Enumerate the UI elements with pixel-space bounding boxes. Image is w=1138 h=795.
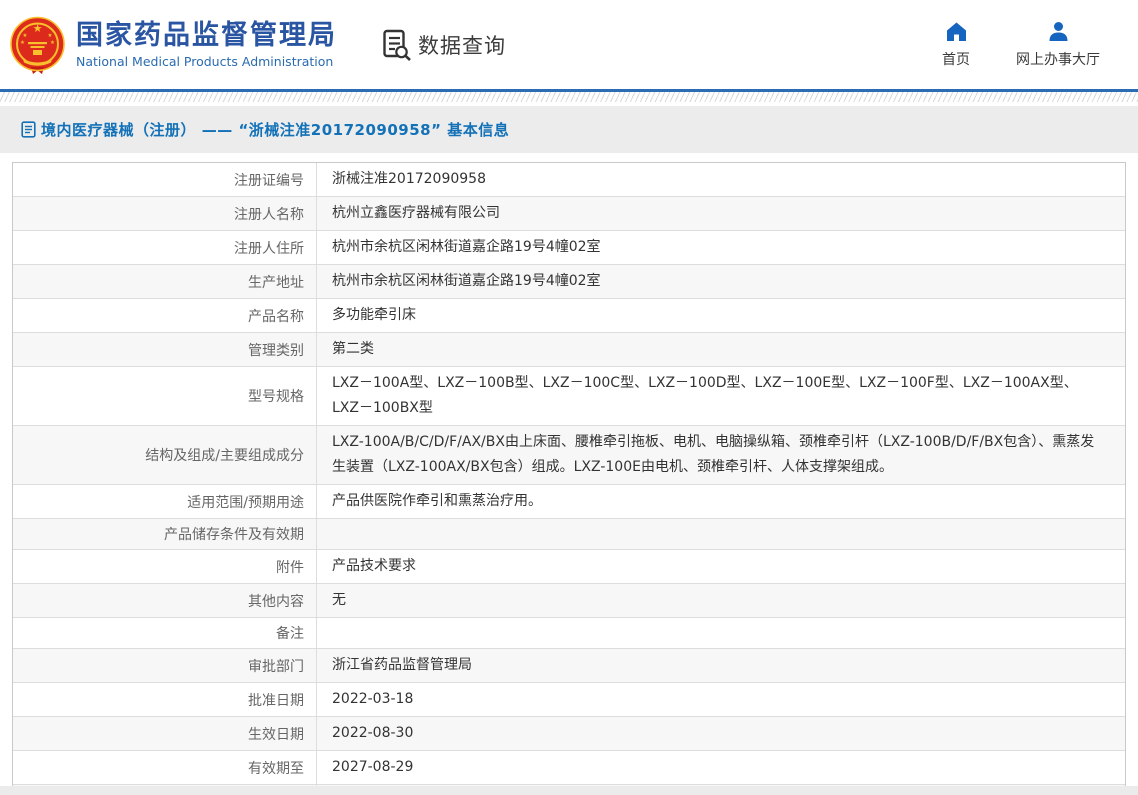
row-value: 产品供医院作牵引和熏蒸治疗用。 xyxy=(317,485,1125,518)
svg-text:★: ★ xyxy=(20,40,25,46)
nav-service-hall[interactable]: 网上办事大厅 xyxy=(1016,21,1100,69)
data-query-nav[interactable]: 数据查询 xyxy=(382,29,506,61)
row-value: 2027-08-29 xyxy=(317,751,1125,784)
svg-text:★: ★ xyxy=(33,22,43,35)
row-label: 审批部门 xyxy=(13,649,317,682)
table-row: 产品名称多功能牵引床 xyxy=(13,298,1125,332)
row-label: 注册人住所 xyxy=(13,231,317,264)
nav-home[interactable]: 首页 xyxy=(942,21,970,69)
nav-home-label: 首页 xyxy=(942,49,970,69)
table-row: 管理类别第二类 xyxy=(13,332,1125,366)
table-row: 审批部门浙江省药品监督管理局 xyxy=(13,648,1125,682)
site-title-block: 国家药品监督管理局 National Medical Products Admi… xyxy=(76,21,337,69)
document-icon xyxy=(21,121,36,138)
svg-text:★: ★ xyxy=(23,33,28,39)
table-row: 注册人名称杭州立鑫医疗器械有限公司 xyxy=(13,196,1125,230)
registration-info-table: 注册证编号浙械注准20172090958 注册人名称杭州立鑫医疗器械有限公司 注… xyxy=(12,162,1126,795)
row-label: 批准日期 xyxy=(13,683,317,716)
stripe-divider xyxy=(0,89,1138,102)
table-row: 有效期至2027-08-29 xyxy=(13,750,1125,784)
table-row: 产品储存条件及有效期 xyxy=(13,518,1125,549)
table-row: 批准日期2022-03-18 xyxy=(13,682,1125,716)
row-label: 注册证编号 xyxy=(13,163,317,196)
row-label: 结构及组成/主要组成成分 xyxy=(13,426,317,484)
home-icon xyxy=(946,21,967,42)
site-subtitle: National Medical Products Administration xyxy=(76,54,337,69)
row-value: 2022-03-18 xyxy=(317,683,1125,716)
table-row: 生产地址杭州市余杭区闲林街道嘉企路19号4幢02室 xyxy=(13,264,1125,298)
national-emblem-logo[interactable]: ★ ★ ★ ★ ★ xyxy=(9,15,66,75)
row-label: 有效期至 xyxy=(13,751,317,784)
svg-text:★: ★ xyxy=(48,33,53,39)
row-label: 型号规格 xyxy=(13,367,317,425)
user-icon xyxy=(1048,21,1069,42)
row-label: 产品名称 xyxy=(13,299,317,332)
row-value: 产品技术要求 xyxy=(317,550,1125,583)
row-label: 备注 xyxy=(13,618,317,648)
row-value: 浙械注准20172090958 xyxy=(317,163,1125,196)
row-label: 生效日期 xyxy=(13,717,317,750)
row-value: LXZ－100A型、LXZ－100B型、LXZ－100C型、LXZ－100D型、… xyxy=(317,367,1125,425)
row-value: LXZ-100A/B/C/D/F/AX/BX由上床面、腰椎牵引拖板、电机、电脑操… xyxy=(317,426,1125,484)
row-label: 产品储存条件及有效期 xyxy=(13,519,317,549)
table-row: 附件产品技术要求 xyxy=(13,549,1125,583)
table-row: 注册人住所杭州市余杭区闲林街道嘉企路19号4幢02室 xyxy=(13,230,1125,264)
row-value: 2022-08-30 xyxy=(317,717,1125,750)
row-label: 适用范围/预期用途 xyxy=(13,485,317,518)
row-label: 注册人名称 xyxy=(13,197,317,230)
row-value: 杭州立鑫医疗器械有限公司 xyxy=(317,197,1125,230)
table-row: 注册证编号浙械注准20172090958 xyxy=(13,163,1125,196)
nav-service-hall-label: 网上办事大厅 xyxy=(1016,49,1100,69)
header: ★ ★ ★ ★ ★ 国家药品监督管理局 National Medical Pro… xyxy=(0,0,1138,89)
document-magnifier-icon xyxy=(382,29,412,61)
data-query-label: 数据查询 xyxy=(418,30,506,60)
row-label: 其他内容 xyxy=(13,584,317,617)
row-label: 管理类别 xyxy=(13,333,317,366)
row-value: 多功能牵引床 xyxy=(317,299,1125,332)
table-row: 其他内容无 xyxy=(13,583,1125,617)
page: ★ ★ ★ ★ ★ 国家药品监督管理局 National Medical Pro… xyxy=(0,0,1138,795)
row-value: 第二类 xyxy=(317,333,1125,366)
svg-text:★: ★ xyxy=(50,40,55,46)
breadcrumb-bar: 境内医疗器械（注册） —— “浙械注准20172090958” 基本信息 xyxy=(0,106,1138,153)
row-value xyxy=(317,618,1125,648)
page-title: 境内医疗器械（注册） —— “浙械注准20172090958” 基本信息 xyxy=(41,119,509,140)
row-label: 附件 xyxy=(13,550,317,583)
row-value: 浙江省药品监督管理局 xyxy=(317,649,1125,682)
table-row: 适用范围/预期用途产品供医院作牵引和熏蒸治疗用。 xyxy=(13,484,1125,518)
header-nav: 首页 网上办事大厅 xyxy=(942,21,1100,69)
row-value: 杭州市余杭区闲林街道嘉企路19号4幢02室 xyxy=(317,231,1125,264)
site-title: 国家药品监督管理局 xyxy=(76,21,337,51)
table-row: 型号规格LXZ－100A型、LXZ－100B型、LXZ－100C型、LXZ－10… xyxy=(13,366,1125,425)
row-label: 生产地址 xyxy=(13,265,317,298)
row-value: 杭州市余杭区闲林街道嘉企路19号4幢02室 xyxy=(317,265,1125,298)
row-value xyxy=(317,519,1125,549)
footer-strip xyxy=(0,786,1138,795)
table-row: 结构及组成/主要组成成分LXZ-100A/B/C/D/F/AX/BX由上床面、腰… xyxy=(13,425,1125,484)
table-row: 生效日期2022-08-30 xyxy=(13,716,1125,750)
table-row: 备注 xyxy=(13,617,1125,648)
row-value: 无 xyxy=(317,584,1125,617)
